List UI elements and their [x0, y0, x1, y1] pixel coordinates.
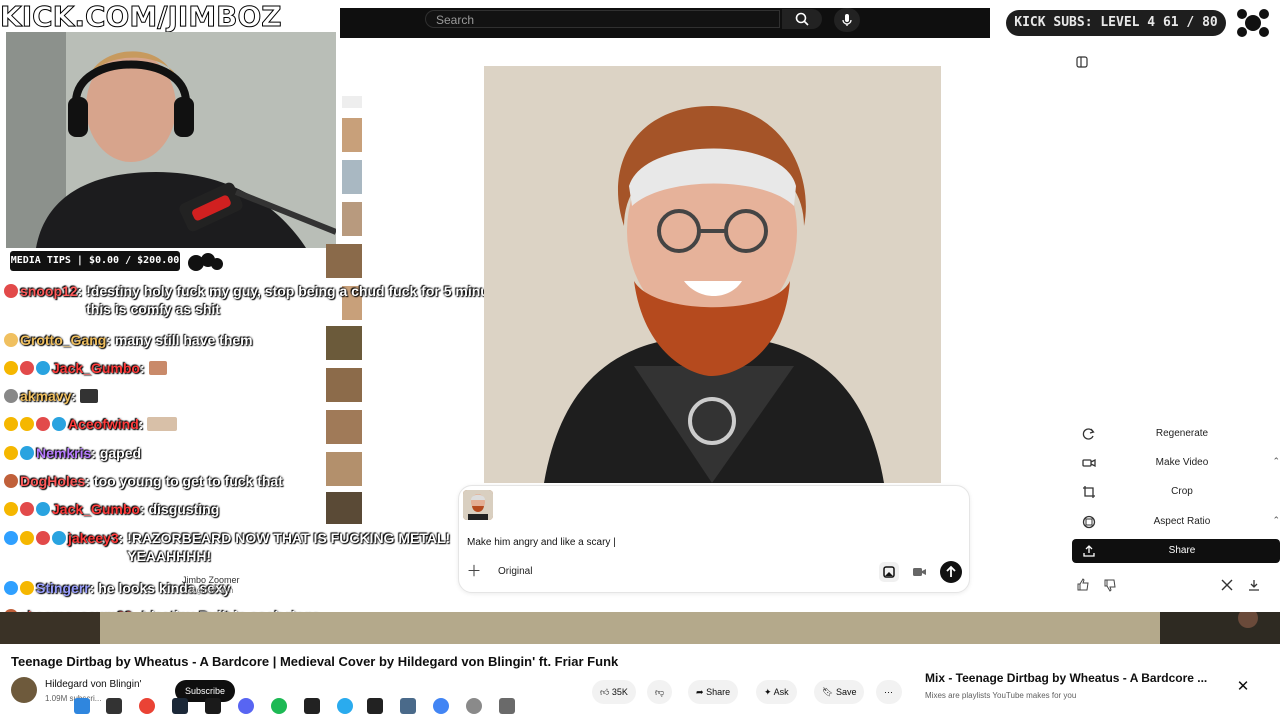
taskbar-app-icon[interactable]	[106, 698, 122, 714]
chat-message: snoop12: !destiny holy fuck my guy, stop…	[4, 282, 526, 318]
thumbs-down-icon[interactable]	[1103, 578, 1117, 592]
video-icon	[913, 568, 926, 576]
taskbar-app-icon[interactable]	[400, 698, 416, 714]
chat-message: Aceofwind:	[4, 415, 178, 433]
chrome-icon[interactable]	[139, 698, 155, 714]
make-video-label: Make Video	[1155, 457, 1209, 468]
image-mode-toggle[interactable]	[879, 562, 899, 582]
kick-subs-goal: KICK SUBS: LEVEL 4 61 / 80	[1006, 10, 1226, 36]
video-title: Teenage Dirtbag by Wheatus - A Bardcore …	[11, 654, 619, 669]
chat-message: DogHoles: too young to get to fuck that	[4, 472, 283, 490]
thumbs-up-icon[interactable]	[1076, 578, 1090, 592]
chevron-updown-icon: ⌃	[1272, 456, 1280, 466]
aspect-ratio-button[interactable]: Aspect Ratio ⌃	[1072, 510, 1280, 534]
sidebar-toggle-icon[interactable]	[1076, 56, 1088, 68]
account-email: ...@gmail.com	[182, 586, 234, 595]
chat-emote	[148, 361, 167, 375]
video-mode-toggle[interactable]	[909, 562, 929, 582]
channel-avatar[interactable]	[11, 677, 37, 703]
more-horizontal-icon: ⋯	[884, 687, 893, 697]
make-video-button[interactable]: Make Video ⌃	[1072, 451, 1280, 475]
original-mode-button[interactable]: Original	[490, 563, 540, 581]
browser-icon[interactable]	[433, 698, 449, 714]
save-label: Save	[835, 687, 857, 697]
ask-button[interactable]: ✦ Ask	[756, 680, 797, 704]
download-icon[interactable]	[1247, 578, 1261, 592]
thumbs-down-icon: 👎︎	[655, 687, 665, 697]
chat-message: Grotto_Gang: many still have them	[4, 331, 253, 349]
stream-title-overlay: KICK.COM/JIMBOZ	[0, 0, 282, 34]
send-button[interactable]	[940, 561, 962, 583]
share-video-button[interactable]: ➦ Share	[688, 680, 739, 704]
search-button[interactable]	[782, 9, 822, 29]
spotify-icon[interactable]	[271, 698, 287, 714]
mix-playlist-title[interactable]: Mix - Teenage Dirtbag by Wheatus - A Bar…	[925, 671, 1207, 685]
thumbs-up-icon: 👍︎	[600, 687, 610, 697]
channel-name[interactable]: Hildegard von Blingin'	[45, 679, 141, 690]
regenerate-button[interactable]: Regenerate	[1072, 422, 1280, 446]
share-label: Share	[1168, 545, 1196, 556]
webcam-feed	[6, 32, 336, 248]
chat-message: jakeey3: !RAZORBEARD NOW THAT IS FUCKING…	[4, 529, 457, 565]
attached-image-thumbnail[interactable]	[463, 490, 493, 520]
taskbar-app-icon[interactable]	[466, 698, 482, 714]
share-button[interactable]: Share	[1072, 539, 1280, 563]
overlay-logo-icon	[1237, 9, 1269, 37]
share-video-label: Share	[706, 687, 731, 697]
chat-emote	[147, 417, 178, 431]
prompt-input[interactable]: Make him angry and like a scary |	[467, 537, 616, 548]
media-tips-goal: MEDIA TIPS | $0.00 / $200.00	[10, 251, 180, 271]
taskbar-app-icon[interactable]	[74, 698, 90, 714]
share-arrow-icon: ➦	[696, 687, 704, 697]
chevron-updown-icon: ⌃	[1272, 515, 1280, 525]
mix-playlist-subtitle: Mixes are playlists YouTube makes for yo…	[925, 691, 1077, 700]
x-logo-icon[interactable]	[1220, 578, 1234, 592]
crop-button[interactable]: Crop	[1072, 480, 1280, 504]
aspect-ratio-label: Aspect Ratio	[1153, 516, 1211, 527]
arrow-up-icon	[946, 565, 956, 577]
like-button[interactable]: 👍︎ 35K	[592, 680, 636, 704]
chat-overlay: snoop12: !destiny holy fuck my guy, stop…	[0, 280, 513, 625]
like-count: 35K	[611, 687, 628, 697]
steam-icon[interactable]	[172, 698, 188, 714]
discord-icon[interactable]	[238, 698, 254, 714]
regenerate-label: Regenerate	[1155, 428, 1209, 439]
account-name: Jimbo Zoomer	[182, 575, 240, 585]
generated-image[interactable]	[484, 66, 941, 483]
search-input[interactable]: Search	[425, 10, 780, 28]
overlay-logo-icon	[188, 253, 223, 271]
video-frame-strip	[0, 608, 1280, 644]
taskbar-app-icon[interactable]	[499, 698, 515, 714]
chat-message: Jack_Gumbo: disgusting	[4, 500, 219, 518]
terminal-icon[interactable]	[367, 698, 383, 714]
chat-message: akmavy:	[4, 387, 99, 405]
telegram-icon[interactable]	[337, 698, 353, 714]
add-attachment-button[interactable]: ＋	[465, 563, 483, 581]
ask-label: Ask	[773, 687, 789, 697]
crop-label: Crop	[1171, 486, 1193, 497]
image-icon	[883, 566, 895, 578]
taskbar-app-icon[interactable]	[205, 698, 221, 714]
chat-emote	[80, 389, 99, 403]
bookmark-icon: 🔖︎	[822, 687, 834, 697]
taskbar-app-icon[interactable]	[304, 698, 320, 714]
search-icon	[795, 12, 809, 26]
chat-message: Jack_Gumbo:	[4, 359, 167, 377]
close-icon[interactable]: ✕	[1235, 679, 1251, 695]
dislike-button[interactable]: 👎︎	[647, 680, 673, 704]
chat-message: Nemkris: gaped	[4, 444, 141, 462]
voice-search-button[interactable]	[834, 8, 860, 32]
save-button[interactable]: 🔖︎ Save	[814, 680, 865, 704]
sparkle-icon: ✦	[764, 687, 772, 697]
microphone-icon	[842, 14, 852, 26]
more-actions-button[interactable]: ⋯	[876, 680, 902, 704]
